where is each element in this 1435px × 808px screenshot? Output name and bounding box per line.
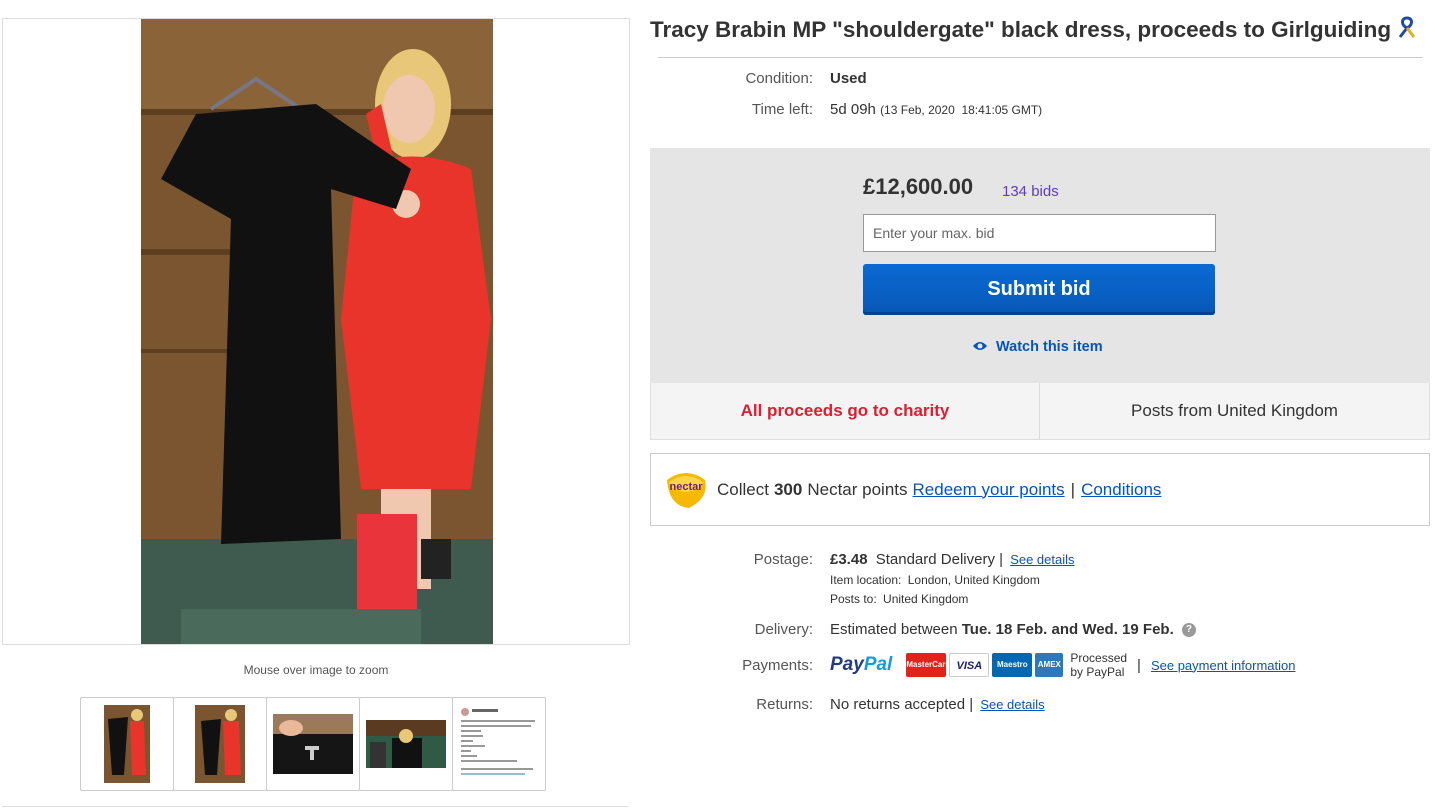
bid-panel: £12,600.00 134 bids Submit bid Watch thi… <box>650 148 1430 383</box>
nectar-collect-prefix: Collect <box>717 479 769 499</box>
thumbnail-1[interactable] <box>80 697 174 791</box>
thumbnail-image-2 <box>195 705 245 783</box>
postage-value: £3.48 Standard Delivery | See details <box>830 551 1075 568</box>
payments-value: PayPal MasterCard VISA Maestro AMEX Process… <box>830 651 1295 679</box>
charity-badge: All proceeds go to charity <box>651 383 1040 439</box>
processed-line-2: by PayPal <box>1070 665 1125 679</box>
thumbnail-image-4 <box>366 720 446 768</box>
zoom-hint: Mouse over image to zoom <box>243 663 389 677</box>
main-product-photo[interactable] <box>141 19 493 644</box>
posts-to-row: Posts to: United Kingdom <box>830 592 968 606</box>
time-left-label: Time left: <box>751 101 813 118</box>
thumbnail-5[interactable] <box>452 697 546 791</box>
thumbnail-4[interactable] <box>359 697 453 791</box>
thumbnail-image-3 <box>273 714 353 774</box>
card-logos: MasterCard VISA Maestro AMEX <box>906 653 1066 677</box>
delivery-value: Estimated between Tue. 18 Feb. and Wed. … <box>830 621 1196 638</box>
nectar-separator: | <box>1070 479 1076 499</box>
paypal-logo: PayPal <box>830 654 892 676</box>
thumbnail-2[interactable] <box>173 697 267 791</box>
posts-to-value: United Kingdom <box>883 592 969 606</box>
condition-value: Used <box>830 70 867 87</box>
bid-history-link[interactable]: 134 bids <box>1002 183 1059 200</box>
dress-photo-illustration <box>141 19 493 644</box>
nectar-collect-suffix: Nectar points <box>807 479 908 499</box>
returns-value: No returns accepted | <box>830 696 974 713</box>
title-divider <box>658 57 1423 58</box>
gallery-bottom-divider <box>2 806 628 807</box>
item-location-row: Item location: London, United Kingdom <box>830 573 1040 587</box>
thumbnail-strip <box>80 697 546 791</box>
condition-label: Condition: <box>745 70 813 87</box>
processed-line-1: Processed <box>1070 651 1128 665</box>
delivery-dates: Tue. 18 Feb. and Wed. 19 Feb. <box>961 621 1174 638</box>
nectar-points-value: 300 <box>773 479 803 499</box>
returns-label: Returns: <box>756 696 813 713</box>
visa-icon: VISA <box>949 653 990 677</box>
posts-to-label: Posts to: <box>830 592 877 606</box>
postage-service: Standard Delivery | <box>875 551 1004 568</box>
watch-item-label: Watch this item <box>996 339 1103 355</box>
help-icon[interactable]: ? <box>1181 623 1196 638</box>
payment-info-link[interactable]: See payment information <box>1151 658 1296 673</box>
main-image-frame[interactable] <box>2 18 630 645</box>
delivery-prefix: Estimated between <box>830 621 958 638</box>
redeem-points-link[interactable]: Redeem your points <box>913 480 1065 500</box>
delivery-label: Delivery: <box>754 621 813 638</box>
nectar-logo-icon: nectar <box>663 470 709 510</box>
thumbnail-image-5 <box>459 706 539 782</box>
time-left-value: 5d 09h <box>830 101 876 118</box>
current-price: £12,600.00 <box>863 174 974 199</box>
postage-details-link[interactable]: See details <box>1010 552 1074 567</box>
paypal-logo-second: Pal <box>863 654 893 675</box>
returns-details-link[interactable]: See details <box>980 697 1044 712</box>
listing-title-text: Tracy Brabin MP "shouldergate" black dre… <box>650 17 1392 42</box>
nectar-conditions-link[interactable]: Conditions <box>1081 480 1161 500</box>
mastercard-icon: MasterCard <box>906 653 950 677</box>
returns-value-container: No returns accepted | See details <box>830 696 1045 713</box>
auction-end-time: (13 Feb, 2020 18:41:05 GMT) <box>880 103 1043 117</box>
nectar-points-box: nectar Collect 300 Nectar points Redeem … <box>650 453 1430 526</box>
thumbnail-image-1 <box>104 705 150 783</box>
item-location-value: London, United Kingdom <box>907 573 1040 587</box>
postage-price: £3.48 <box>830 551 868 568</box>
submit-bid-button[interactable]: Submit bid <box>863 264 1215 315</box>
charity-ribbon-icon <box>1397 16 1417 44</box>
posts-from-badge: Posts from United Kingdom <box>1131 401 1338 420</box>
item-location-label: Item location: <box>830 573 902 587</box>
time-left-container: 5d 09h (13 Feb, 2020 18:41:05 GMT) <box>830 101 1042 118</box>
thumbnail-3[interactable] <box>266 697 360 791</box>
listing-title: Tracy Brabin MP "shouldergate" black dre… <box>650 16 1430 44</box>
eye-icon <box>972 339 988 355</box>
paypal-logo-first: Pay <box>830 654 864 675</box>
max-bid-input[interactable] <box>863 214 1216 252</box>
payments-separator: | <box>1137 656 1141 674</box>
svg-text:nectar: nectar <box>669 481 703 493</box>
postage-label: Postage: <box>753 551 813 568</box>
amex-icon: AMEX <box>1035 653 1064 677</box>
maestro-icon: Maestro <box>992 653 1033 677</box>
processed-by-paypal: Processed by PayPal <box>1070 651 1127 679</box>
watch-item-link[interactable]: Watch this item <box>972 339 1103 355</box>
payments-label: Payments: <box>742 657 813 674</box>
listing-badges: All proceeds go to charity Posts from Un… <box>650 383 1430 440</box>
